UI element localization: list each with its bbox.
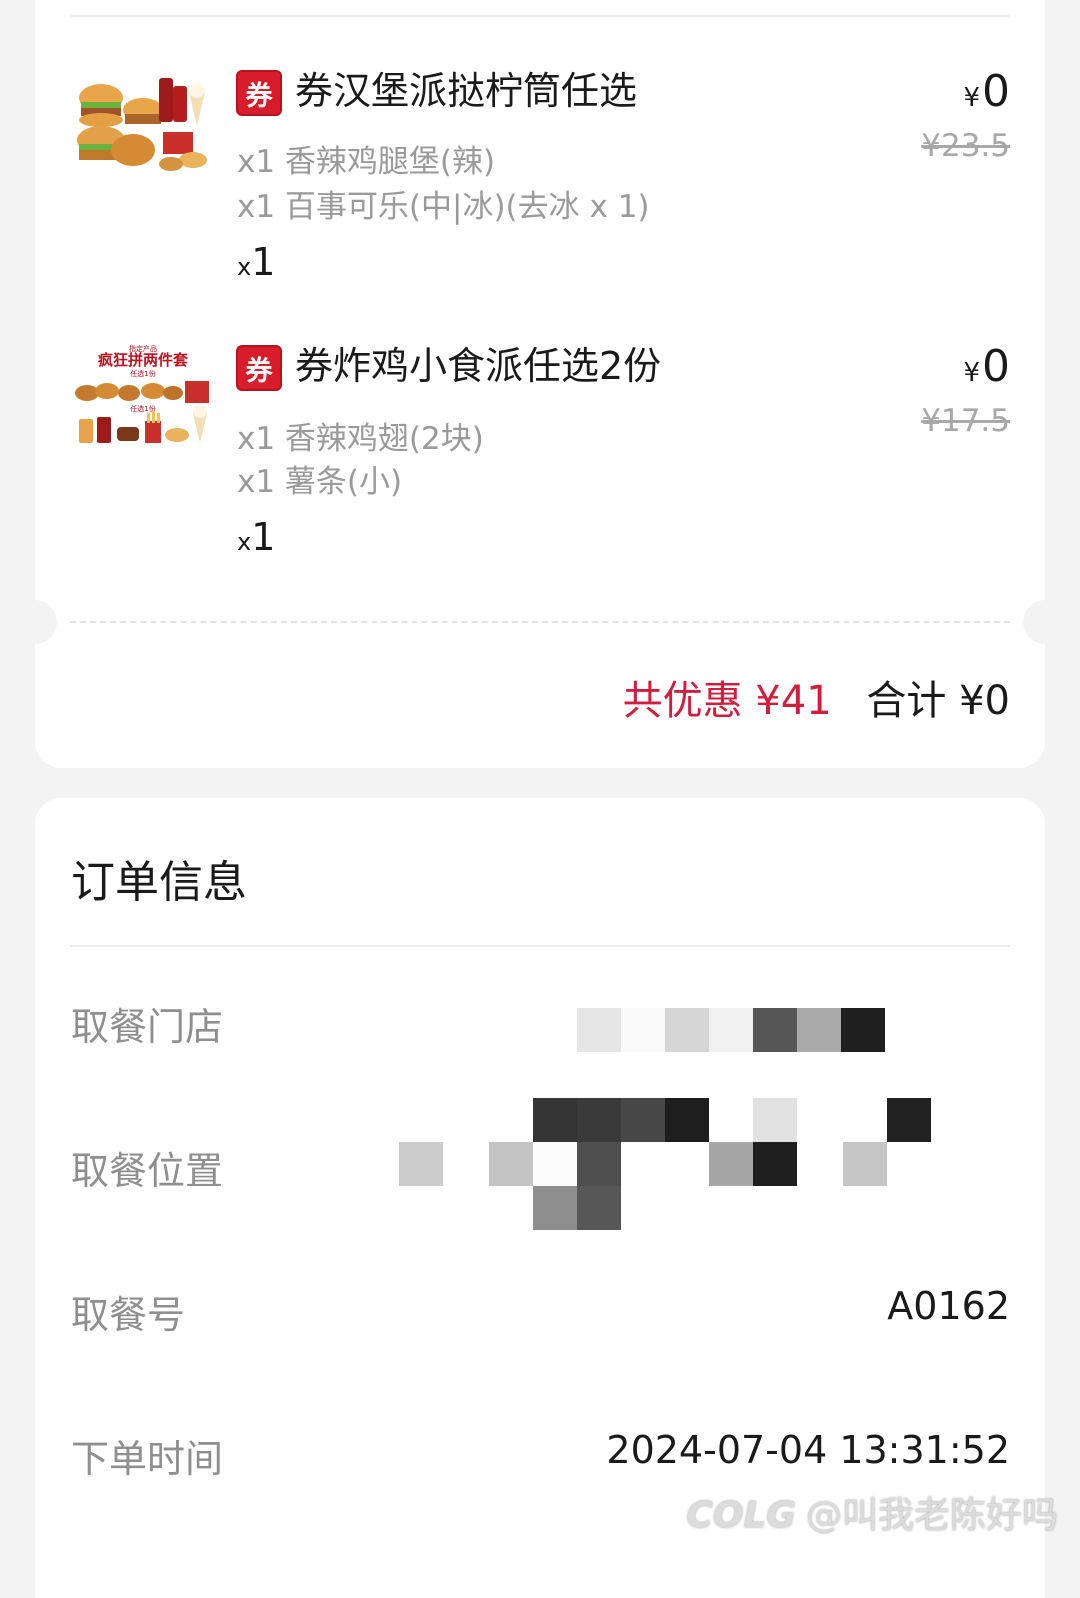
coupon-badge: 券 — [236, 70, 282, 116]
discount-total: 共优惠 ¥41 — [622, 678, 832, 724]
burger-combo-image — [77, 78, 207, 171]
order-time-value: 2024-07-04 13:31:52 — [606, 1428, 1010, 1472]
order-summary: 共优惠 ¥41 合计 ¥0 — [623, 668, 1010, 726]
thumb-sub-text: 任选1份 — [130, 404, 155, 413]
order-time-label: 下单时间 — [71, 1437, 224, 1481]
chicken-snack-combo-image: 指定产品 疯狂拼两件套 任选1份 任选1份 — [75, 344, 209, 443]
item-quantity: x1 — [237, 240, 275, 284]
price-value: 0 — [982, 66, 1010, 117]
item-detail: x1 香辣鸡翅(2块) — [237, 421, 484, 457]
order-item[interactable]: 券 券汉堡派挞柠筒任选 ¥0 ¥23.5 x1 香辣鸡腿堡(辣) x1 百事可乐… — [35, 68, 1045, 338]
item-detail: x1 香辣鸡腿堡(辣) — [237, 144, 496, 180]
item-detail: x1 薯条(小) — [237, 464, 403, 500]
divider — [70, 15, 1010, 17]
quantity-prefix: x — [237, 528, 252, 556]
quantity-value: 1 — [251, 515, 276, 559]
pickup-number-label: 取餐号 — [71, 1293, 186, 1337]
order-items-card: 券 券汉堡派挞柠筒任选 ¥0 ¥23.5 x1 香辣鸡腿堡(辣) x1 百事可乐… — [13, 0, 1067, 768]
item-name: 券汉堡派挞柠筒任选 — [295, 69, 638, 113]
ticket-notch-left — [13, 600, 57, 644]
thumb-title: 疯狂拼两件套 — [98, 351, 189, 369]
watermark-text: @叫我老陈好吗 — [805, 1495, 1058, 1536]
watermark-logo: COLG — [686, 1495, 796, 1536]
price-value: 0 — [982, 341, 1010, 392]
item-detail: x1 百事可乐(中|冰)(去冰 x 1) — [237, 189, 650, 225]
watermark: COLG @叫我老陈好吗 — [686, 1486, 1058, 1538]
pickup-number-value: A0162 — [887, 1284, 1010, 1328]
thumb-sub-text: 任选1份 — [130, 369, 155, 378]
coupon-badge: 券 — [236, 345, 282, 391]
divider — [70, 945, 1010, 947]
quantity-value: 1 — [251, 240, 276, 284]
item-price: ¥0 — [963, 68, 1010, 122]
original-price: ¥17.5 — [921, 403, 1010, 439]
location-label: 取餐位置 — [71, 1149, 224, 1193]
store-label: 取餐门店 — [71, 1005, 224, 1049]
currency-symbol: ¥ — [963, 83, 980, 113]
order-item[interactable]: 指定产品 疯狂拼两件套 任选1份 任选1份 券 券炸鸡小食派任选2份 ¥0 ¥1… — [35, 343, 1045, 613]
quantity-prefix: x — [237, 253, 252, 281]
order-info-card: 订单信息 取餐门店 取餐位置 取餐号 A0162 下单时间 2024-07-04… — [35, 798, 1045, 1598]
section-title: 订单信息 — [71, 857, 247, 908]
item-price: ¥0 — [963, 343, 1010, 397]
item-quantity: x1 — [237, 515, 275, 559]
order-total: 合计 ¥0 — [866, 678, 1010, 724]
item-name: 券炸鸡小食派任选2份 — [295, 344, 662, 388]
original-price: ¥23.5 — [921, 128, 1010, 164]
dashed-divider — [70, 621, 1010, 623]
ticket-notch-right — [1023, 600, 1067, 644]
currency-symbol: ¥ — [963, 358, 980, 388]
